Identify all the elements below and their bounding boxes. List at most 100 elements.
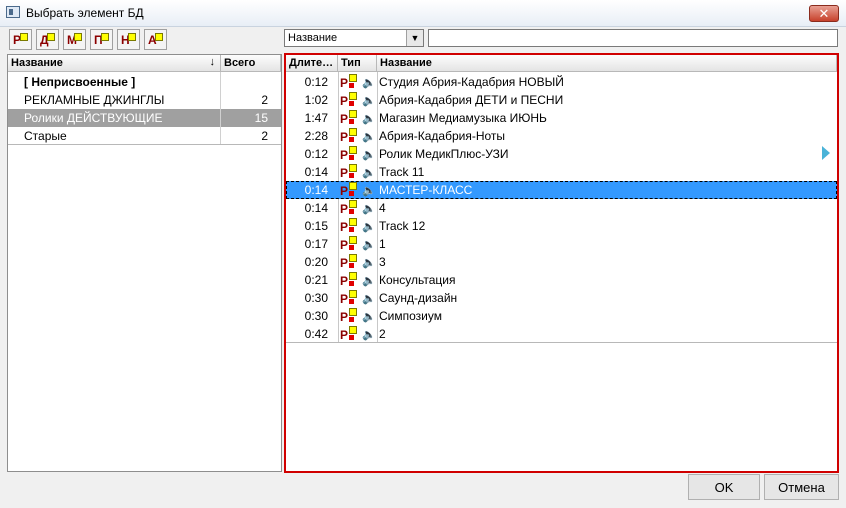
type-r-icon: Р <box>340 166 349 180</box>
track-row[interactable]: 0:14 Р 🔈 4 <box>286 199 837 217</box>
field-select-value: Название <box>288 32 338 44</box>
yellow-marker-icon <box>349 218 357 226</box>
track-duration: 0:42 <box>304 327 328 341</box>
track-list[interactable]: Длите… Тип Название 0:12 Р 🔈 Студия Абрия-К… <box>284 53 839 473</box>
speaker-icon[interactable]: 🔈 <box>362 274 376 287</box>
app-icon <box>6 6 20 18</box>
track-name: 2 <box>379 327 386 341</box>
category-row[interactable]: Старые 2 <box>8 127 281 145</box>
track-row[interactable]: 0:17 Р 🔈 1 <box>286 235 837 253</box>
column-header-name[interactable]: Название <box>377 55 837 72</box>
track-duration: 2:28 <box>304 129 328 143</box>
yellow-marker-icon <box>20 33 28 41</box>
column-header-total[interactable]: Всего <box>221 55 281 72</box>
category-m-filter-button[interactable]: М <box>63 29 86 50</box>
speaker-icon[interactable]: 🔈 <box>362 112 376 125</box>
speaker-icon[interactable]: 🔈 <box>362 148 376 161</box>
track-type: Р 🔈 <box>340 164 376 180</box>
category-d-filter-button[interactable]: Д <box>36 29 59 50</box>
track-row[interactable]: 1:47 Р 🔈 Магазин Медиамузыка ИЮНЬ <box>286 109 837 127</box>
speaker-icon[interactable]: 🔈 <box>362 76 376 89</box>
track-row[interactable]: 0:12 Р 🔈 Ролик МедикПлюс-УЗИ <box>286 145 837 163</box>
search-input[interactable] <box>428 29 838 47</box>
type-r-icon: Р <box>340 76 349 90</box>
yellow-marker-icon <box>74 33 82 41</box>
speaker-icon[interactable]: 🔈 <box>362 310 376 323</box>
track-row[interactable]: 0:42 Р 🔈 2 <box>286 325 837 343</box>
red-marker-icon <box>349 227 354 232</box>
type-r-icon: Р <box>340 292 349 306</box>
yellow-marker-icon <box>349 308 357 316</box>
track-duration: 0:20 <box>304 255 328 269</box>
category-row[interactable]: Ролики ДЕЙСТВУЮЩИЕ 15 <box>8 109 281 127</box>
speaker-icon[interactable]: 🔈 <box>362 202 376 215</box>
red-marker-icon <box>349 299 354 304</box>
track-name: МАСТЕР-КЛАСС <box>379 183 473 197</box>
track-duration: 0:21 <box>304 273 328 287</box>
speaker-icon[interactable]: 🔈 <box>362 292 376 305</box>
speaker-icon[interactable]: 🔈 <box>362 238 376 251</box>
track-type: Р 🔈 <box>340 146 376 162</box>
track-row[interactable]: 0:30 Р 🔈 Симпозиум <box>286 307 837 325</box>
chevron-down-icon[interactable]: ▼ <box>406 30 423 46</box>
column-header-name[interactable]: Название ↓ <box>8 55 221 72</box>
category-count: 2 <box>261 129 268 143</box>
field-select[interactable]: Название ▼ <box>284 29 424 47</box>
type-r-icon: Р <box>340 112 349 126</box>
category-name: Ролики ДЕЙСТВУЮЩИЕ <box>24 111 163 125</box>
track-name: Симпозиум <box>379 309 442 323</box>
speaker-icon[interactable]: 🔈 <box>362 94 376 107</box>
row-divider <box>8 144 281 145</box>
category-r-filter-button[interactable]: Р <box>9 29 32 50</box>
track-type: Р 🔈 <box>340 74 376 90</box>
cancel-button[interactable]: Отмена <box>764 474 839 500</box>
category-p-filter-button[interactable]: П <box>90 29 113 50</box>
speaker-icon[interactable]: 🔈 <box>362 328 376 341</box>
category-count: 15 <box>254 111 268 125</box>
red-marker-icon <box>349 209 354 214</box>
close-button[interactable]: ✕ <box>809 5 839 22</box>
ok-button[interactable]: OK <box>688 474 760 500</box>
speaker-icon[interactable]: 🔈 <box>362 220 376 233</box>
category-a-filter-button[interactable]: А <box>144 29 167 50</box>
yellow-marker-icon <box>349 182 357 190</box>
type-r-icon: Р <box>340 184 349 198</box>
track-row[interactable]: 2:28 Р 🔈 Абрия-Кадабрия-Ноты <box>286 127 837 145</box>
track-row[interactable]: 0:30 Р 🔈 Саунд-дизайн <box>286 289 837 307</box>
track-duration: 0:14 <box>304 201 328 215</box>
track-row[interactable]: 0:12 Р 🔈 Студия Абрия-Кадабрия НОВЫЙ <box>286 73 837 91</box>
category-name: РЕКЛАМНЫЕ ДЖИНГЛЫ <box>24 93 165 107</box>
column-header-duration[interactable]: Длите… <box>286 55 338 72</box>
yellow-marker-icon <box>155 33 163 41</box>
category-row[interactable]: РЕКЛАМНЫЕ ДЖИНГЛЫ 2 <box>8 91 281 109</box>
column-header-name-label: Название <box>11 57 63 69</box>
red-marker-icon <box>349 83 354 88</box>
track-row[interactable]: 1:02 Р 🔈 Абрия-Кадабрия ДЕТИ и ПЕСНИ <box>286 91 837 109</box>
track-row[interactable]: 0:20 Р 🔈 3 <box>286 253 837 271</box>
track-row[interactable]: 0:15 Р 🔈 Track 12 <box>286 217 837 235</box>
track-row[interactable]: 0:14 Р 🔈 МАСТЕР-КЛАСС <box>286 181 837 199</box>
track-duration: 0:15 <box>304 219 328 233</box>
speaker-icon[interactable]: 🔈 <box>362 130 376 143</box>
red-marker-icon <box>349 245 354 250</box>
speaker-icon[interactable]: 🔈 <box>362 256 376 269</box>
track-duration: 0:30 <box>304 309 328 323</box>
track-row[interactable]: 0:14 Р 🔈 Track 11 <box>286 163 837 181</box>
yellow-marker-icon <box>349 110 357 118</box>
yellow-marker-icon <box>349 74 357 82</box>
track-name: Track 11 <box>379 165 425 179</box>
track-name: Track 12 <box>379 219 426 233</box>
column-header-type[interactable]: Тип <box>338 55 377 72</box>
type-r-icon: Р <box>340 328 349 342</box>
speaker-icon[interactable]: 🔈 <box>362 166 376 179</box>
track-type: Р 🔈 <box>340 218 376 234</box>
category-n-filter-button[interactable]: Н <box>117 29 140 50</box>
red-marker-icon <box>349 119 354 124</box>
row-divider <box>286 342 837 343</box>
track-row[interactable]: 0:21 Р 🔈 Консультация <box>286 271 837 289</box>
speaker-icon[interactable]: 🔈 <box>362 184 376 197</box>
category-row[interactable]: [ Неприсвоенные ] <box>8 73 281 91</box>
type-r-icon: Р <box>340 94 349 108</box>
category-list[interactable]: Название ↓ Всего [ Неприсвоенные ] РЕКЛАМ… <box>7 54 282 472</box>
track-name: Студия Абрия-Кадабрия НОВЫЙ <box>379 75 564 89</box>
